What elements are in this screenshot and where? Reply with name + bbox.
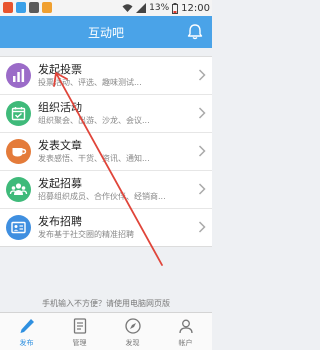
- list-item-desc: 发布基于社交圈的精准招聘: [38, 230, 134, 239]
- calendar-icon: [6, 101, 31, 126]
- page-title: 互动吧: [87, 26, 124, 40]
- battery-icon: [172, 2, 179, 14]
- tab-discover[interactable]: 发现: [106, 313, 159, 350]
- app-header: 互动吧: [0, 16, 212, 48]
- tab-account[interactable]: 帐户: [159, 313, 212, 350]
- list-item-job[interactable]: 发布招聘 发布基于社交圈的精准招聘: [0, 209, 212, 246]
- tab-label: 发布: [19, 339, 34, 347]
- tab-label: 发现: [125, 339, 140, 347]
- user-icon: [178, 319, 193, 334]
- list-item-desc: 投票活动、评选、趣味测试...: [38, 78, 142, 87]
- people-icon: [6, 177, 31, 202]
- app-notification-icon: [3, 2, 13, 13]
- tab-manage[interactable]: 管理: [53, 313, 106, 350]
- chevron-right-icon: [198, 145, 206, 157]
- bar-chart-icon: [6, 63, 31, 88]
- list-item-vote[interactable]: 发起投票 投票活动、评选、趣味测试...: [0, 57, 212, 95]
- chevron-right-icon: [198, 107, 206, 119]
- list-item-desc: 招募组织成员、合作伙伴、经销商...: [38, 192, 166, 201]
- coffee-cup-icon: [6, 139, 31, 164]
- list-item-title: 发起招募: [38, 177, 82, 190]
- list-item-title: 发表文章: [38, 139, 82, 152]
- tab-bar: 发布 管理 发现 帐户: [0, 312, 212, 350]
- list-item-desc: 发表感悟、干货、资讯、通知...: [38, 154, 150, 163]
- app-notification-icon: [29, 2, 39, 13]
- bell-icon[interactable]: [186, 23, 204, 41]
- chevron-right-icon: [198, 221, 206, 233]
- list-item-title: 发布招聘: [38, 215, 82, 228]
- tab-publish[interactable]: 发布: [0, 313, 53, 350]
- action-list: 发起投票 投票活动、评选、趣味测试... 组织活动 组织聚会、出游、沙龙、会议.…: [0, 56, 212, 247]
- desktop-tip: 手机输入不方便？请使用电脑网页版: [42, 299, 170, 308]
- list-item-title: 组织活动: [38, 101, 82, 114]
- chevron-right-icon: [198, 69, 206, 81]
- list-item-activity[interactable]: 组织活动 组织聚会、出游、沙龙、会议...: [0, 95, 212, 133]
- tab-label: 帐户: [178, 339, 193, 347]
- status-bar: 13% 12:00: [0, 0, 212, 16]
- compass-icon: [124, 318, 141, 334]
- signal-icon: [136, 3, 147, 13]
- list-item-title: 发起投票: [38, 63, 82, 76]
- list-item-article[interactable]: 发表文章 发表感悟、干货、资讯、通知...: [0, 133, 212, 171]
- wifi-icon: [122, 4, 133, 12]
- status-time: 12:00: [181, 2, 210, 14]
- app-notification-icon: [16, 2, 26, 13]
- app-notification-icon: [42, 2, 52, 13]
- pen-icon: [20, 319, 34, 333]
- list-item-desc: 组织聚会、出游、沙龙、会议...: [38, 116, 150, 125]
- tab-label: 管理: [72, 339, 87, 347]
- document-icon: [73, 318, 86, 334]
- list-item-recruit[interactable]: 发起招募 招募组织成员、合作伙伴、经销商...: [0, 171, 212, 209]
- battery-percent: 13%: [149, 3, 170, 13]
- chevron-right-icon: [198, 183, 206, 195]
- id-card-icon: [6, 215, 31, 240]
